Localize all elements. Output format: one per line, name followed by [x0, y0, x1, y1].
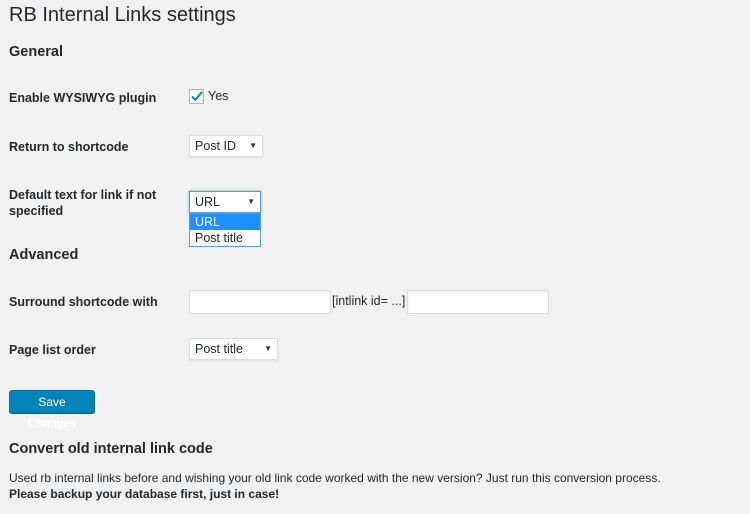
- page-list-order-select[interactable]: Post title ▼: [189, 338, 278, 360]
- convert-warning: Please backup your database first, just …: [9, 487, 280, 501]
- page-title: RB Internal Links settings: [9, 4, 236, 26]
- dropdown-arrow-icon: ▼: [247, 197, 255, 206]
- section-heading-advanced: Advanced: [9, 247, 79, 263]
- wysiwyg-option-label[interactable]: Yes: [208, 89, 228, 103]
- surround-before-input[interactable]: [189, 290, 331, 314]
- page-list-order-selected: Post title: [195, 342, 243, 356]
- surround-after-input[interactable]: [407, 290, 549, 314]
- surround-shortcode-label: Surround shortcode with: [9, 295, 158, 309]
- dropdown-option-post-title[interactable]: Post title: [190, 230, 260, 246]
- save-changes-button[interactable]: Save Changes: [9, 390, 95, 430]
- dropdown-arrow-icon: ▼: [264, 344, 272, 353]
- dropdown-arrow-icon: ▼: [249, 141, 257, 150]
- dropdown-option-url[interactable]: URL: [190, 214, 260, 230]
- return-shortcode-selected: Post ID: [195, 139, 236, 153]
- convert-description: Used rb internal links before and wishin…: [9, 471, 661, 485]
- default-text-dropdown-list: URL Post title: [189, 213, 261, 247]
- page-list-order-label: Page list order: [9, 343, 96, 357]
- return-shortcode-select[interactable]: Post ID ▼: [189, 135, 263, 157]
- default-text-label: Default text for link if not specified: [9, 188, 157, 218]
- default-text-select[interactable]: URL ▼: [189, 191, 261, 213]
- checkmark-icon: [191, 91, 203, 102]
- section-heading-general: General: [9, 44, 63, 60]
- section-heading-convert: Convert old internal link code: [9, 441, 213, 457]
- wysiwyg-label: Enable WYSIWYG plugin: [9, 91, 157, 105]
- shortcode-between-text: [intlink id= ...]: [332, 294, 406, 308]
- default-text-selected: URL: [195, 195, 221, 209]
- wysiwyg-checkbox[interactable]: [189, 89, 204, 104]
- return-shortcode-label: Return to shortcode: [9, 140, 129, 154]
